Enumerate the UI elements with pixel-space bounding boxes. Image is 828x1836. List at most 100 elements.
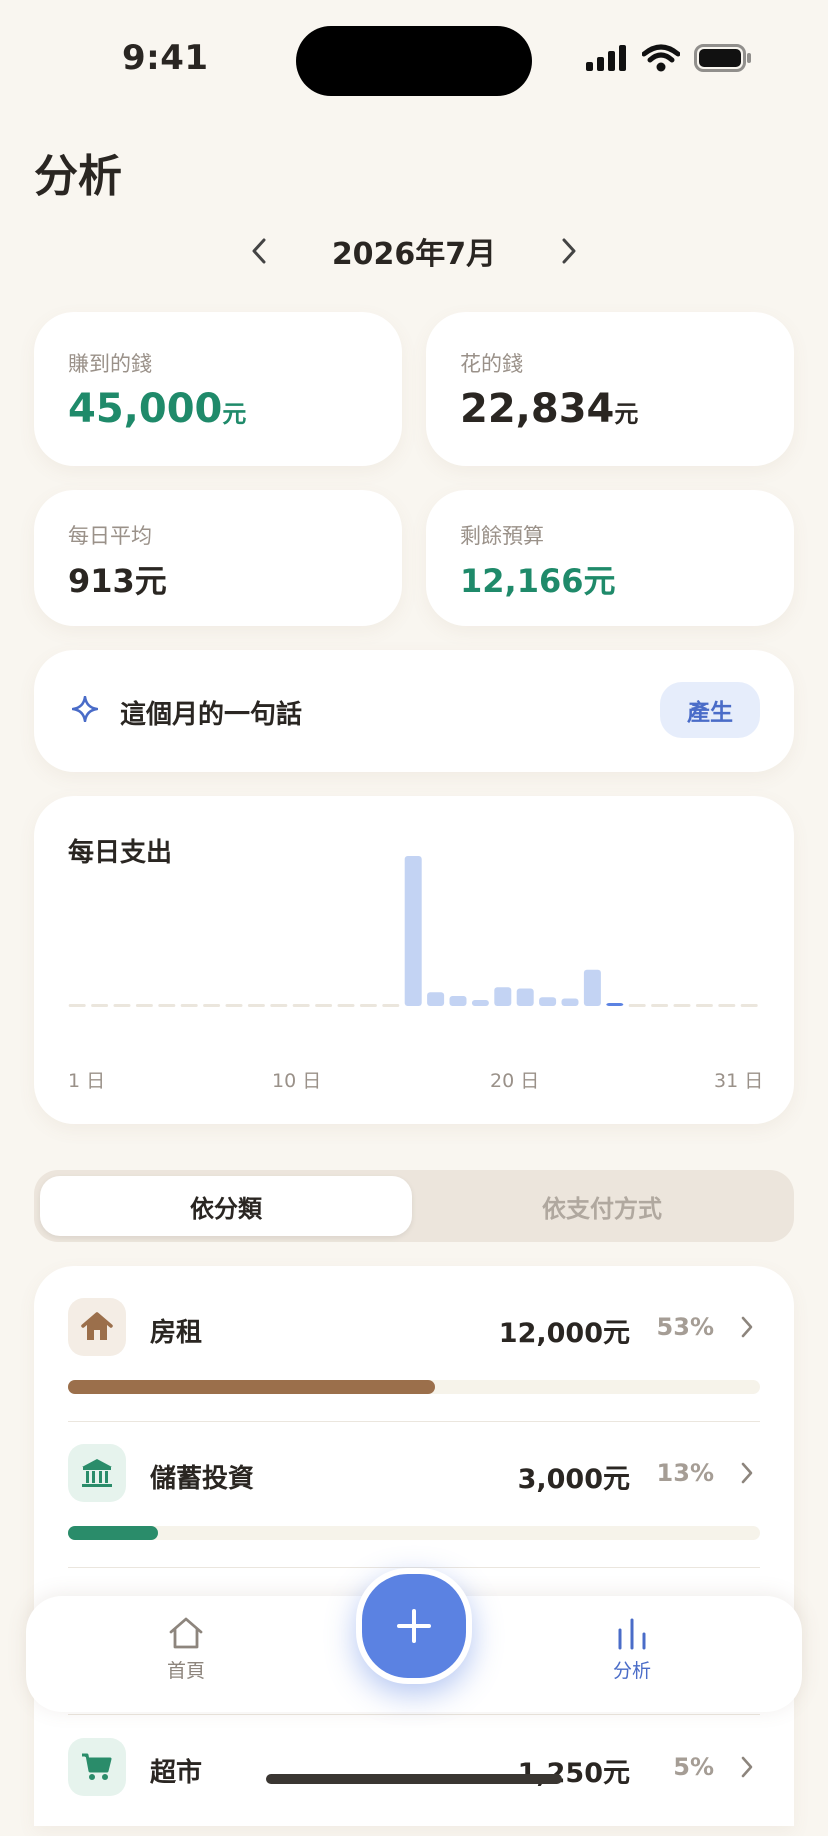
add-transaction-button[interactable] [356,1568,472,1684]
category-share-bar [68,1380,760,1394]
expense-label: 花的錢 [460,352,523,376]
chart-bar-day-15 [382,1004,400,1007]
category-share-bar [68,1526,760,1540]
chart-bar-day-20 [494,987,512,1006]
chart-bar-day-11 [292,1004,310,1007]
chart-bar-day-12 [315,1004,333,1007]
category-name: 房租 [150,1318,203,1348]
daily-spending-chart-card: 每日支出 1 日 10 日 20 日 31 日 [34,796,794,1124]
chart-bar-day-13 [337,1004,355,1007]
category-percent: 13% [656,1459,714,1487]
cart-icon [68,1738,126,1796]
month-selector: 2026年7月 [0,228,828,274]
chart-bar-day-7 [203,1004,221,1007]
chart-bar-day-10 [270,1004,288,1007]
chevron-right-icon [741,1756,753,1778]
tab-analytics-label: 分析 [612,1660,651,1682]
expense-unit: 元 [614,400,639,428]
expense-value: 22,834元 [460,386,638,432]
chart-bar-day-24 [583,969,601,1006]
chart-bar-day-9 [247,1004,265,1007]
remaining-label: 剩餘預算 [460,524,544,548]
daily-avg-card: 每日平均 913元 [34,490,402,626]
chart-bar-day-26 [628,1004,646,1007]
list-item-savings[interactable]: 儲蓄投資 3,000元 13% [34,1422,794,1568]
breakdown-segmented-control: 依分類 依支付方式 [34,1170,794,1242]
chart-bar-day-30 [718,1004,736,1007]
chart-bar-day-31 [740,1004,758,1007]
chart-bar-day-28 [673,1004,691,1007]
category-amount: 1,250元 [517,1758,630,1789]
remaining-budget-card: 剩餘預算 12,166元 [426,490,794,626]
status-time: 9:41 [122,38,209,78]
x-tick-label: 1 日 [68,1070,106,1092]
x-tick-label: 31 日 [714,1070,764,1092]
battery-icon [694,44,751,72]
category-name: 儲蓄投資 [150,1464,255,1494]
chart-bar-day-18 [449,996,467,1006]
plus-icon [397,1609,431,1643]
chevron-left-icon [252,238,266,264]
chart-bar-day-19 [471,1000,489,1006]
chart-bar-day-23 [561,998,579,1006]
bar-chart-icon [618,1618,646,1650]
category-share-fill [68,1380,435,1394]
category-amount: 3,000元 [517,1464,630,1495]
tab-analytics[interactable]: 分析 [572,1616,692,1700]
next-month-button[interactable] [554,236,584,266]
chevron-right-icon [562,238,576,264]
monthly-quote-card: 這個月的一句話 產生 [34,650,794,772]
month-label: 2026年7月 [331,237,497,272]
dynamic-island [296,26,532,96]
chart-bar-day-25 [606,1003,624,1006]
chevron-right-icon [741,1316,753,1338]
expense-amount: 22,834 [460,386,615,432]
generate-button[interactable]: 產生 [660,682,760,738]
chart-bar-day-29 [695,1004,713,1007]
daily-avg-value: 913元 [68,562,167,600]
chart-bar-day-22 [539,997,557,1006]
chart-bar-day-4 [135,1004,153,1007]
status-icons [586,44,752,72]
category-amount: 12,000元 [498,1318,630,1349]
home-indicator [266,1774,562,1784]
chart-bar-day-3 [113,1004,131,1007]
remaining-value: 12,166元 [460,562,616,600]
chart-bar-day-16 [404,856,422,1006]
quote-title: 這個月的一句話 [120,700,303,730]
page-title: 分析 [34,151,122,202]
category-name: 超市 [150,1758,203,1788]
home-icon [169,1617,203,1649]
chart-bar-day-21 [516,988,534,1006]
income-unit: 元 [222,400,247,428]
chevron-right-icon [741,1462,753,1484]
bank-icon [68,1444,126,1502]
tab-by-category[interactable]: 依分類 [40,1176,412,1236]
expense-card: 花的錢 22,834元 [426,312,794,466]
chart-bar-day-1 [68,1004,86,1007]
income-label: 賺到的錢 [68,352,152,376]
chart-bar-day-6 [180,1004,198,1007]
house-icon [68,1298,126,1356]
list-item-rent[interactable]: 房租 12,000元 53% [34,1266,794,1412]
category-share-fill [68,1526,158,1540]
income-amount: 45,000 [68,386,223,432]
prev-month-button[interactable] [244,236,274,266]
daily-spending-chart [68,856,758,1007]
tab-home[interactable]: 首頁 [126,1616,246,1700]
x-tick-label: 20 日 [490,1070,540,1092]
income-value: 45,000元 [68,386,246,432]
chart-bar-day-27 [651,1004,669,1007]
tab-by-payment-method[interactable]: 依支付方式 [416,1176,788,1236]
chart-bar-day-2 [91,1004,109,1007]
tab-home-label: 首頁 [166,1660,205,1682]
divider [68,1714,760,1715]
signal-icon [586,45,626,71]
income-card: 賺到的錢 45,000元 [34,312,402,466]
chart-bar-day-8 [225,1004,243,1007]
category-percent: 53% [656,1313,714,1341]
x-tick-label: 10 日 [272,1070,322,1092]
chart-bar-day-5 [158,1004,176,1007]
chart-bar-day-17 [427,992,445,1006]
daily-avg-label: 每日平均 [68,524,152,548]
